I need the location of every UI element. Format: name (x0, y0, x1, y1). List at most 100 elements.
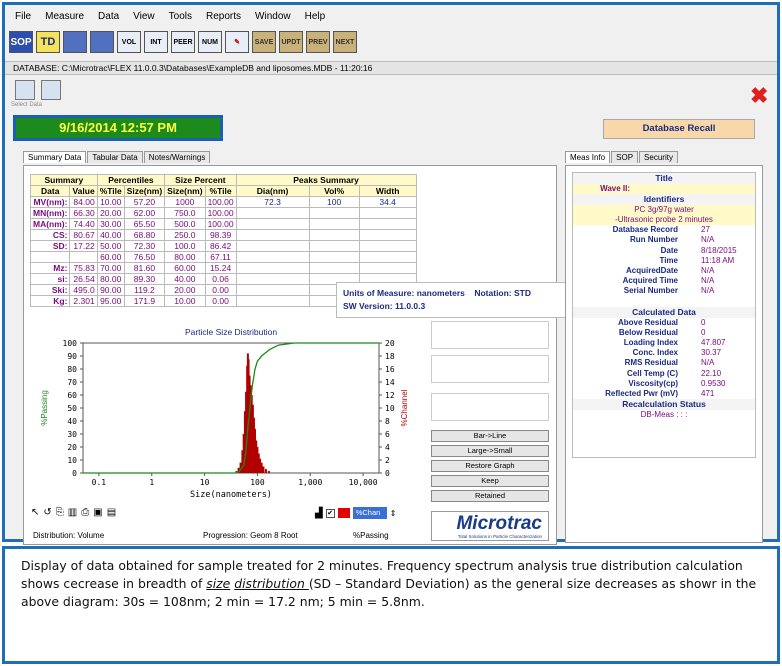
close-icon[interactable]: ✖ (750, 83, 768, 109)
tab-sop[interactable]: SOP (611, 151, 639, 163)
int-button[interactable]: INT (144, 31, 168, 53)
printer-icon[interactable] (41, 80, 61, 100)
meas-info-row: Date 8/18/2015 (573, 246, 755, 256)
particle-size-chart[interactable]: Particle Size Distribution01020304050607… (33, 323, 425, 503)
print-icon[interactable]: ⎙ (81, 507, 89, 518)
identifiers-header: Identifiers (573, 194, 755, 206)
series-color-swatch[interactable] (337, 508, 350, 518)
logo-tagline: Total Solutions in Particle Characteriza… (457, 534, 542, 539)
num-button[interactable]: NUM (198, 31, 222, 53)
menu-help[interactable]: Help (298, 11, 333, 25)
restore-graph-button[interactable]: Restore Graph (431, 460, 549, 472)
table-cell: 68.80 (123, 229, 166, 241)
table-cell: MA(nm): (29, 218, 71, 230)
table-cell: 100.00 (204, 207, 237, 219)
table-cell: 80.00 (96, 273, 125, 285)
save-button[interactable]: SAVE (252, 31, 276, 53)
menu-reports[interactable]: Reports (199, 11, 248, 25)
clipboard-icon[interactable]: ▣ (93, 507, 102, 518)
peer-button[interactable]: PEER (171, 31, 195, 53)
meas-info-label: Database Record (612, 225, 678, 235)
calculated-data-header: Calculated Data (573, 306, 755, 318)
microtrac-logo: Microtrac Total Solutions in Particle Ch… (431, 511, 549, 541)
y-right-tick-label: 14 (385, 378, 395, 387)
table-cell: 750.0 (164, 207, 206, 219)
chart-type-icon[interactable]: ▥ (68, 507, 77, 518)
undo-icon[interactable]: ↺ (43, 507, 51, 518)
select-data-icon[interactable] (15, 80, 35, 100)
meas-info-value: 27 (701, 225, 710, 235)
menu-data[interactable]: Data (91, 11, 126, 25)
tab-notes-warnings[interactable]: Notes/Warnings (143, 151, 211, 163)
show-series-checkbox[interactable]: ✔ (325, 508, 335, 518)
grid-view-icon[interactable] (63, 31, 87, 53)
meas-info-value: N/A (701, 265, 715, 275)
sop-button[interactable]: SOP (9, 31, 33, 53)
table-cell: 500.0 (164, 218, 206, 230)
meas-info-label: Cell Temp (C) (627, 368, 678, 378)
series-select[interactable]: %Chan (352, 507, 387, 519)
pointer-icon[interactable]: ↖ (31, 507, 39, 518)
y-right-tick-label: 4 (385, 443, 390, 452)
plot-area (82, 342, 380, 474)
y-right-tick-label: 6 (385, 430, 390, 439)
bar-chart-icon[interactable]: ▟ (315, 508, 323, 519)
table-view-icon[interactable] (90, 31, 114, 53)
retained-button[interactable]: Retained (431, 490, 549, 502)
tab-security[interactable]: Security (639, 151, 678, 163)
table-cell: 95.00 (96, 295, 125, 307)
meas-info-row: Reflected Pwr (mV) 471 (573, 389, 755, 399)
column-header: Size(nm) (164, 185, 206, 197)
y-left-tick-label: 70 (67, 378, 77, 387)
table-cell: Ski: (29, 284, 71, 296)
database-recall-badge: Database Recall (603, 119, 755, 139)
menu-view[interactable]: View (126, 11, 162, 25)
table-cell: 57.20 (123, 196, 166, 208)
tab-summary-data[interactable]: Summary Data (23, 151, 87, 163)
vol-button[interactable]: VOL (117, 31, 141, 53)
next-button[interactable]: NEXT (333, 31, 357, 53)
tab-tabular-data[interactable]: Tabular Data (87, 151, 143, 163)
table-cell: MV(nm): (29, 196, 71, 208)
table-cell (69, 251, 98, 263)
meas-info-row: Serial Number N/A (573, 286, 755, 296)
menu-measure[interactable]: Measure (38, 11, 91, 25)
large-small-button[interactable]: Large->Small (431, 445, 549, 457)
column-header: Data (29, 185, 71, 197)
table-cell (235, 240, 310, 252)
meas-info-value: N/A (701, 358, 715, 368)
save-icon[interactable]: ▤ (107, 507, 116, 518)
app-window: File Measure Data View Tools Reports Win… (2, 2, 780, 545)
tab-meas-info[interactable]: Meas Info (565, 151, 611, 163)
menu-tools[interactable]: Tools (162, 11, 199, 25)
table-cell: 171.9 (123, 295, 166, 307)
previous-button[interactable]: PREV (306, 31, 330, 53)
logo-text: Microtrac (456, 513, 542, 534)
update-button[interactable]: UPDT (279, 31, 303, 53)
keep-button[interactable]: Keep (431, 475, 549, 487)
table-cell: 34.4 (358, 196, 417, 208)
table-cell: 70.00 (96, 262, 125, 274)
meas-info-panel: Title Wave II: Identifiers PC 3g/97g wat… (565, 165, 763, 543)
copy-icon[interactable]: ⎘ (56, 507, 64, 518)
table-cell: 10.00 (164, 295, 206, 307)
table-row: MV(nm): 84.00 10.00 57.20 1000 100.00 72.3 100 3… (29, 196, 417, 208)
td-button[interactable]: TD (36, 31, 60, 53)
meas-info-row: Viscosity(cp) 0.9530 (573, 379, 755, 389)
meas-info-row: Cell Temp (C) 22.10 (573, 369, 755, 379)
channel-bar (267, 471, 270, 473)
notation-label: Notation: (474, 288, 512, 298)
group-header: Percentiles (96, 174, 166, 186)
right-tabs: Meas Info SOP Security (565, 151, 679, 163)
bar-line-button[interactable]: Bar->Line (431, 430, 549, 442)
table-cell: 60.00 (164, 262, 206, 274)
table-cell: CS: (29, 229, 71, 241)
meas-info-label: Loading Index (623, 338, 678, 348)
menu-window[interactable]: Window (248, 11, 298, 25)
menu-file[interactable]: File (8, 11, 38, 25)
spin-arrows-icon[interactable]: ⇕ (390, 509, 397, 518)
chart-edit-icon[interactable]: ✎ (225, 31, 249, 53)
meas-info-value: N/A (701, 235, 715, 245)
chart-title: Particle Size Distribution (185, 327, 277, 337)
notation-value: STD (514, 288, 532, 298)
